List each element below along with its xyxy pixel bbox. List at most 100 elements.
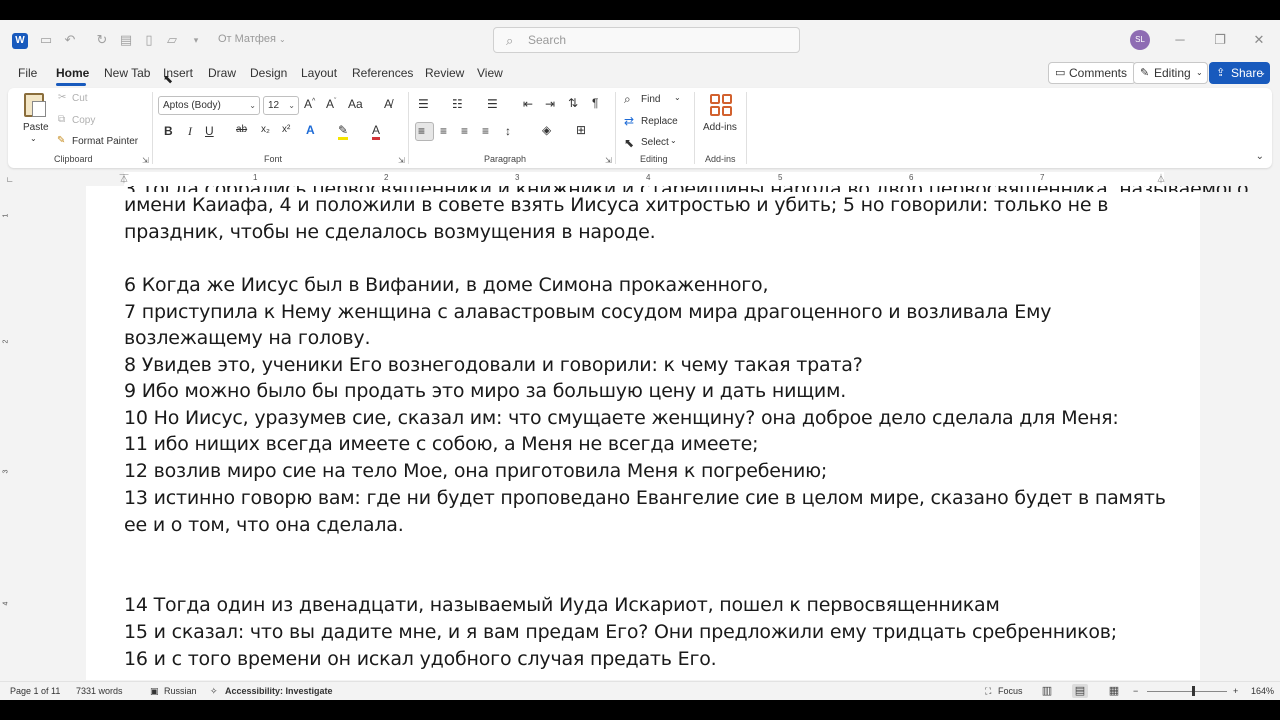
find-button[interactable]: Find <box>641 94 660 105</box>
dialog-launcher-icon[interactable]: ⇲ <box>142 156 149 165</box>
decrease-indent-icon[interactable]: ⇤ <box>523 97 533 111</box>
superscript-icon[interactable]: x² <box>282 124 290 135</box>
tab-view[interactable]: View <box>477 66 503 80</box>
zoom-slider-thumb[interactable] <box>1192 686 1195 696</box>
tab-design[interactable]: Design <box>250 66 287 80</box>
zoom-slider[interactable] <box>1147 691 1227 692</box>
language-indicator[interactable]: Russian <box>164 686 197 696</box>
clear-formatting-icon[interactable]: A̸ <box>384 97 392 111</box>
sort-icon[interactable]: ⇅ <box>568 96 578 110</box>
dialog-launcher-icon[interactable]: ⇲ <box>605 156 612 165</box>
print-layout-view-icon[interactable]: ▤ <box>1072 684 1088 698</box>
close-icon[interactable]: ✕ <box>1249 30 1269 50</box>
add-ins-button[interactable]: Add-ins <box>703 122 737 133</box>
redo-icon[interactable]: ↻ <box>94 32 110 48</box>
change-case-icon[interactable]: Aa <box>348 97 363 111</box>
justify-icon[interactable]: ≡ <box>482 124 489 138</box>
horizontal-ruler[interactable]: ∟ ⏄ 1 2 3 4 5 6 7 ⏃ <box>0 172 1280 186</box>
document-page[interactable]: 3 Тогда собрались первосвященники и книж… <box>86 186 1248 680</box>
group-label-paragraph: Paragraph <box>484 154 527 164</box>
find-icon: ⌕ <box>624 92 631 106</box>
font-size-dropdown[interactable]: 12 ⌄ <box>263 96 299 115</box>
open-folder-icon[interactable]: ▱ <box>164 32 180 48</box>
chevron-down-icon[interactable]: ⌄ <box>674 93 681 102</box>
zoom-out-icon[interactable]: − <box>1133 686 1138 696</box>
dialog-launcher-icon[interactable]: ⇲ <box>398 156 405 165</box>
right-indent-marker-icon[interactable]: ⏃ <box>1155 172 1167 186</box>
strikethrough-icon[interactable]: ab <box>236 124 247 135</box>
document-canvas[interactable]: 3 Тогда собрались первосвященники и книж… <box>14 186 1280 680</box>
tab-references[interactable]: References <box>352 66 413 80</box>
chevron-down-icon: ⌄ <box>249 101 256 110</box>
align-left-icon[interactable]: ≡ <box>418 124 425 138</box>
chevron-down-icon[interactable]: ⌄ <box>30 134 37 143</box>
customize-quick-access-icon[interactable]: ▾ <box>188 32 204 48</box>
show-formatting-icon[interactable]: ¶ <box>592 96 598 110</box>
collapse-ribbon-icon[interactable]: ⌄ <box>1256 151 1264 162</box>
text-effects-icon[interactable]: A <box>306 123 315 137</box>
cut-button[interactable]: Cut <box>72 93 88 104</box>
paste-icon[interactable] <box>24 93 46 117</box>
document-line: 14 Тогда один из двенадцати, называемый … <box>124 594 1000 616</box>
focus-button[interactable]: Focus <box>998 686 1023 696</box>
copy-button[interactable]: Copy <box>72 115 95 126</box>
bullets-icon[interactable]: ☰ <box>418 97 429 111</box>
chevron-down-icon[interactable]: ⌄ <box>670 136 677 145</box>
tab-new-tab[interactable]: New Tab <box>104 66 150 80</box>
undo-icon[interactable]: ↶ <box>62 32 78 48</box>
shading-icon[interactable]: ◈ <box>542 123 551 137</box>
multilevel-list-icon[interactable]: ☰ <box>487 97 498 111</box>
ruler-number: 6 <box>909 173 914 182</box>
font-color-icon[interactable]: A <box>372 123 381 140</box>
print-layout-icon[interactable]: ▤ <box>118 32 134 48</box>
search-placeholder: Search <box>528 33 567 47</box>
format-painter-button[interactable]: Format Painter <box>72 136 138 147</box>
tab-home[interactable]: Home <box>56 66 89 80</box>
accessibility-status[interactable]: Accessibility: Investigate <box>225 686 333 696</box>
italic-icon[interactable]: I <box>188 124 192 139</box>
ruler-number: 1 <box>2 213 10 218</box>
zoom-level[interactable]: 164% <box>1251 686 1274 696</box>
tab-file[interactable]: File <box>18 66 37 80</box>
indent-marker-icon[interactable]: ⏄ <box>118 172 130 186</box>
document-line: 10 Но Иисус, уразумев сие, сказал им: чт… <box>124 407 1119 429</box>
proofing-icon[interactable]: ▣ <box>150 686 159 697</box>
editing-mode-button[interactable]: ✎ Editing ⌄ <box>1133 62 1208 84</box>
highlight-icon[interactable]: ✎ <box>338 123 349 140</box>
underline-icon[interactable]: U <box>205 124 214 138</box>
minimize-icon[interactable]: ─ <box>1170 30 1190 50</box>
increase-indent-icon[interactable]: ⇥ <box>545 97 555 111</box>
select-button[interactable]: Select <box>641 137 669 148</box>
borders-icon[interactable]: ⊞ <box>576 123 586 137</box>
tab-layout[interactable]: Layout <box>301 66 337 80</box>
decrease-font-size-icon[interactable]: Aˇ <box>326 97 336 111</box>
autosave-icon[interactable]: ▭ <box>38 32 54 48</box>
new-document-icon[interactable]: ▯ <box>141 32 157 48</box>
font-family-dropdown[interactable]: Aptos (Body) ⌄ <box>158 96 260 115</box>
numbering-icon[interactable]: ☷ <box>452 97 463 111</box>
paste-button[interactable]: Paste <box>23 122 49 133</box>
bold-icon[interactable]: B <box>164 124 173 138</box>
comments-button[interactable]: ▭ Comments <box>1048 62 1137 84</box>
align-center-icon[interactable]: ≡ <box>440 124 447 138</box>
restore-icon[interactable]: ❐ <box>1210 30 1230 50</box>
document-title[interactable]: От Матфея ⌄ <box>218 33 286 45</box>
search-box[interactable]: ⌕ Search <box>493 27 800 53</box>
line-spacing-icon[interactable]: ↕ <box>505 124 511 138</box>
word-count[interactable]: 7331 words <box>76 686 123 696</box>
web-layout-icon[interactable]: ▦ <box>1106 684 1122 698</box>
add-ins-icon[interactable] <box>710 94 732 116</box>
replace-button[interactable]: Replace <box>641 116 678 127</box>
tab-selector-icon[interactable]: ∟ <box>6 175 14 184</box>
align-right-icon[interactable]: ≡ <box>461 124 468 138</box>
avatar[interactable]: SL <box>1130 30 1150 50</box>
zoom-in-icon[interactable]: + <box>1233 686 1238 696</box>
tab-draw[interactable]: Draw <box>208 66 236 80</box>
subscript-icon[interactable]: x₂ <box>261 124 270 135</box>
increase-font-size-icon[interactable]: A^ <box>304 97 315 111</box>
focus-icon: ⛶ <box>985 686 992 696</box>
read-mode-icon[interactable]: ▥ <box>1039 684 1055 698</box>
page-count[interactable]: Page 1 of 11 <box>10 686 60 696</box>
tab-review[interactable]: Review <box>425 66 464 80</box>
share-button[interactable]: ⇪ Share ⌄ <box>1209 62 1270 84</box>
